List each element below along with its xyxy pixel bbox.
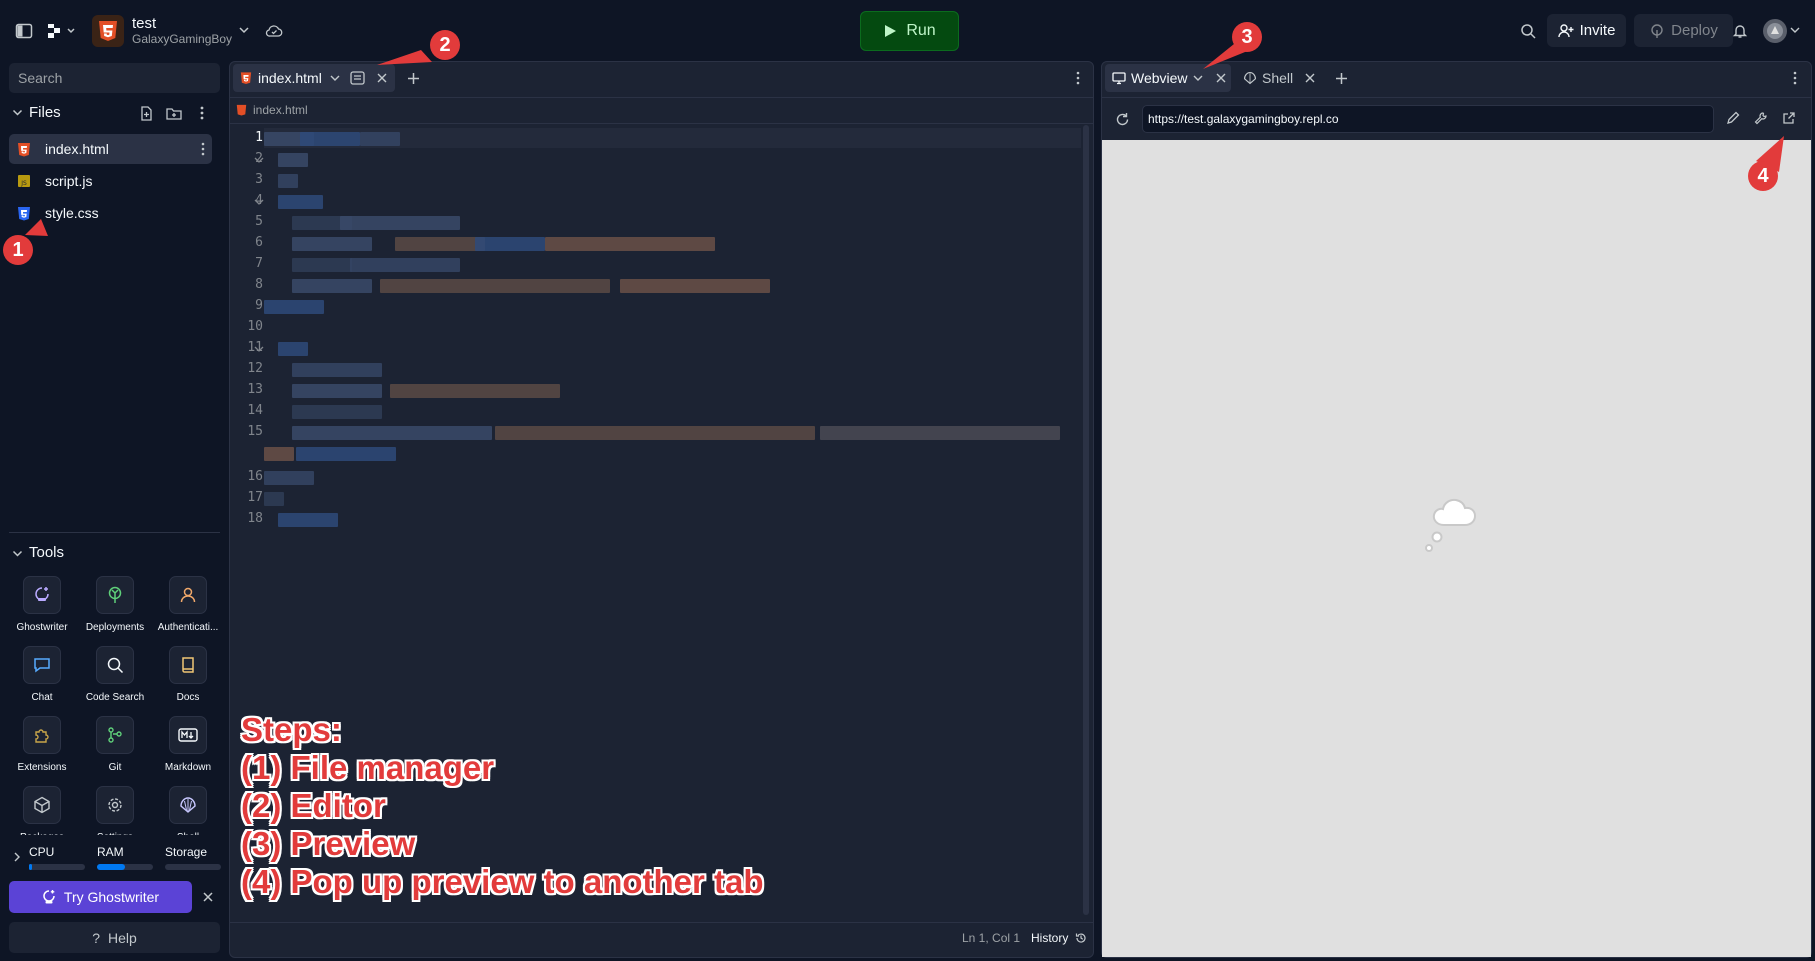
annotation-badge-4: 4 bbox=[1748, 161, 1778, 191]
step-4: (4) Pop up preview to another tab bbox=[241, 863, 764, 900]
annotation-badge-1: 1 bbox=[3, 235, 33, 265]
annotation-badge-3: 3 bbox=[1232, 22, 1262, 52]
step-3: (3) Preview bbox=[241, 825, 416, 862]
step-1: (1) File manager bbox=[241, 749, 495, 786]
step-2: (2) Editor bbox=[241, 787, 386, 824]
steps-annotation: Steps: (1) File manager (2) Editor (3) P… bbox=[241, 711, 764, 901]
annotation-badge-2: 2 bbox=[430, 30, 460, 60]
steps-title: Steps: bbox=[241, 711, 342, 748]
